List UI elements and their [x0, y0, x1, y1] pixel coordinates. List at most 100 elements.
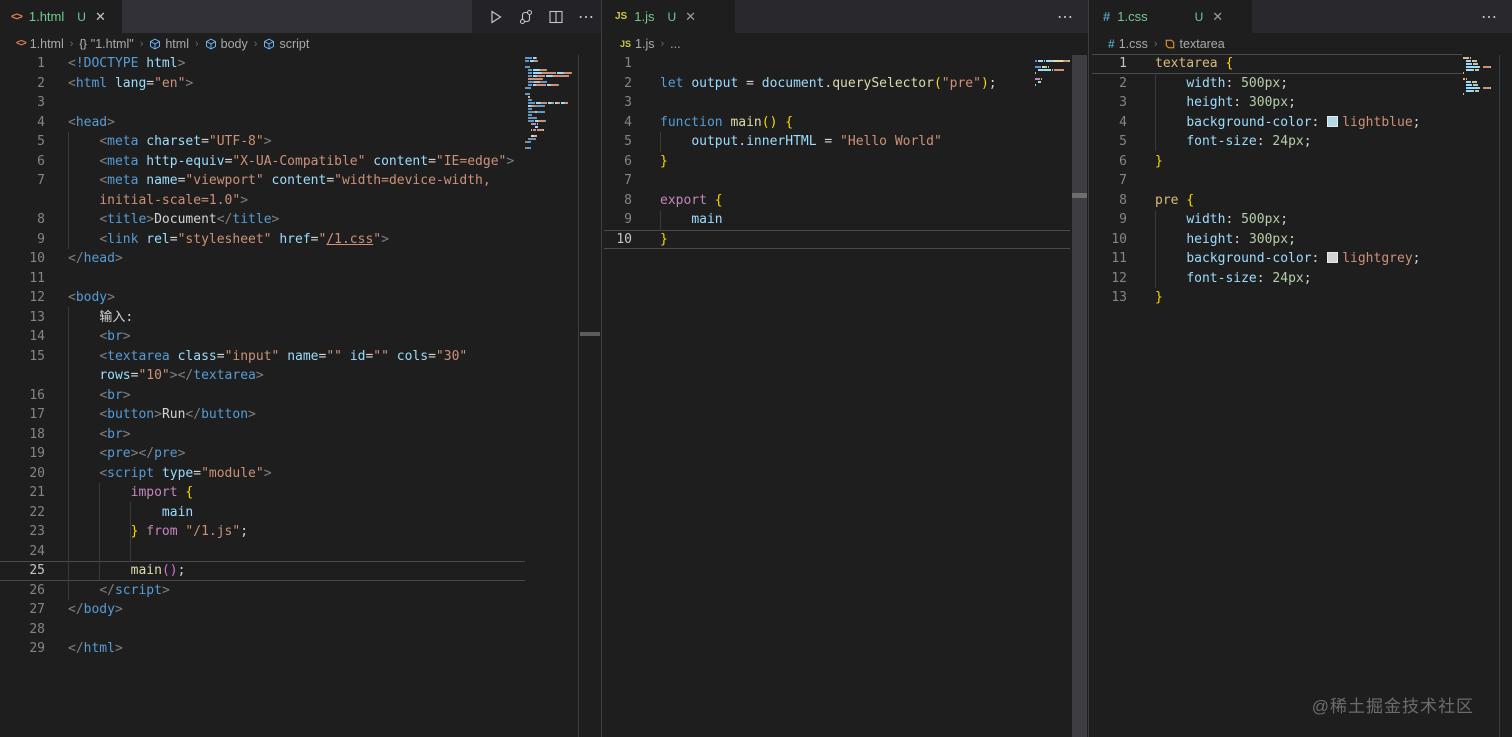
- code-line[interactable]: 8 <title>Document</title>: [0, 210, 525, 230]
- line-number: 7: [1119, 173, 1127, 188]
- cube-symbol-icon: [264, 38, 275, 49]
- scrollbar-marker[interactable]: [580, 332, 600, 336]
- breadcrumb-item[interactable]: body: [205, 37, 248, 51]
- minimap[interactable]: [1463, 57, 1497, 96]
- code-line[interactable]: 11: [0, 269, 525, 289]
- code-line[interactable]: 15 <textarea class="input" name="" id=""…: [0, 347, 525, 367]
- code-line[interactable]: 5 font-size: 24px;: [1092, 132, 1462, 152]
- line-number: 10: [616, 231, 632, 247]
- code-line[interactable]: 11 background-color: lightgrey;: [1092, 249, 1462, 269]
- breadcrumb-item[interactable]: #1.css: [1108, 37, 1148, 51]
- code-line[interactable]: 4 function main() {: [604, 113, 1070, 133]
- tab-1-js[interactable]: JS 1.js U ✕: [604, 0, 735, 33]
- code-editor-js[interactable]: 1 2 let output = document.querySelector("p…: [604, 54, 1070, 249]
- git-untracked-badge: U: [77, 9, 86, 24]
- code-line[interactable]: 7: [604, 171, 1070, 191]
- breadcrumb-item[interactable]: <> 1.html: [16, 37, 64, 51]
- code-line[interactable]: 16 <br>: [0, 386, 525, 406]
- code-line[interactable]: 18 <br>: [0, 425, 525, 445]
- code-line[interactable]: 1: [604, 54, 1070, 74]
- breadcrumb-item[interactable]: html: [149, 37, 189, 51]
- code-line[interactable]: 25 main();: [0, 561, 525, 581]
- code-line[interactable]: 24: [0, 542, 525, 562]
- code-line[interactable]: 9 width: 500px;: [1092, 210, 1462, 230]
- more-actions-icon[interactable]: ⋯: [578, 7, 595, 27]
- code-line[interactable]: 2 let output = document.querySelector("pr…: [604, 74, 1070, 94]
- color-swatch[interactable]: [1327, 115, 1339, 127]
- pane-separator[interactable]: [601, 0, 602, 737]
- code-editor-html[interactable]: 1 <!DOCTYPE html> 2 <html lang="en"> 3 4 <head…: [0, 54, 525, 659]
- breadcrumb-label: "1.html": [90, 36, 134, 51]
- code-line[interactable]: 6 <meta http-equiv="X-UA-Compatible" con…: [0, 152, 525, 172]
- split-editor-icon[interactable]: [548, 9, 564, 25]
- breadcrumb-separator: ›: [1153, 37, 1158, 50]
- breadcrumb-item[interactable]: {} "1.html": [79, 37, 133, 51]
- code-line[interactable]: 12 <body>: [0, 288, 525, 308]
- code-line[interactable]: 4 <head>: [0, 113, 525, 133]
- color-swatch[interactable]: [1327, 252, 1339, 263]
- line-number: 18: [29, 426, 45, 442]
- code-line[interactable]: 17 <button>Run</button>: [0, 405, 525, 425]
- code-line[interactable]: 14 <br>: [0, 327, 525, 347]
- code-line[interactable]: 6}: [604, 152, 1070, 172]
- code-line[interactable]: 2 <html lang="en">: [0, 74, 525, 94]
- tab-1-html[interactable]: <> 1.html U ✕: [0, 0, 122, 33]
- code-line[interactable]: initial-scale=1.0">: [0, 191, 525, 211]
- minimap[interactable]: [525, 57, 577, 150]
- code-line[interactable]: 3: [604, 93, 1070, 113]
- breadcrumb-item[interactable]: script: [263, 37, 309, 51]
- code-line[interactable]: 27 </body>: [0, 600, 525, 620]
- scrollbar-marker[interactable]: [1072, 193, 1087, 198]
- code-line[interactable]: 8 pre {: [1092, 191, 1462, 211]
- code-line[interactable]: 9 main: [604, 210, 1070, 230]
- code-line[interactable]: 22 main: [0, 503, 525, 523]
- tab-1-css[interactable]: # 1.css U ✕: [1092, 0, 1252, 33]
- breadcrumb-item[interactable]: JS 1.js: [620, 37, 654, 51]
- code-line[interactable]: 28: [0, 620, 525, 640]
- code-line[interactable]: 8 export {: [604, 191, 1070, 211]
- run-button[interactable]: [488, 9, 504, 25]
- code-line[interactable]: 3 height: 300px;: [1092, 93, 1462, 113]
- code-line[interactable]: 19 <pre></pre>: [0, 444, 525, 464]
- editor-actions: ⋯: [488, 0, 595, 33]
- breadcrumb-item[interactable]: ...: [670, 37, 680, 51]
- minimap[interactable]: [1035, 57, 1071, 87]
- css-file-icon: #: [1103, 9, 1111, 24]
- code-line[interactable]: 4 background-color: lightblue;: [1092, 113, 1462, 133]
- scrollbar[interactable]: [1072, 55, 1087, 737]
- code-line[interactable]: 26 </script>: [0, 581, 525, 601]
- line-number: 11: [1111, 251, 1127, 266]
- breadcrumb-item[interactable]: textarea: [1164, 37, 1225, 51]
- code-line[interactable]: 10 height: 300px;: [1092, 230, 1462, 250]
- line-number: 4: [1119, 114, 1127, 130]
- code-line[interactable]: 23 } from "/1.js";: [0, 522, 525, 542]
- code-line[interactable]: 5 <meta charset="UTF-8">: [0, 132, 525, 152]
- code-line[interactable]: 29 </html>: [0, 639, 525, 659]
- tab-label: 1.js: [634, 9, 655, 24]
- code-line[interactable]: 1 <!DOCTYPE html>: [0, 54, 525, 74]
- code-line[interactable]: rows="10"></textarea>: [0, 366, 525, 386]
- close-icon[interactable]: ✕: [1212, 9, 1223, 25]
- close-icon[interactable]: ✕: [95, 9, 106, 25]
- more-actions-icon[interactable]: ⋯: [1481, 7, 1498, 27]
- code-line[interactable]: 3: [0, 93, 525, 113]
- code-line[interactable]: 6}: [1092, 152, 1462, 172]
- code-line[interactable]: 20 <script type="module">: [0, 464, 525, 484]
- code-line[interactable]: 12 font-size: 24px;: [1092, 269, 1462, 289]
- code-line[interactable]: 13}: [1092, 288, 1462, 308]
- code-line[interactable]: 21 import {: [0, 483, 525, 503]
- code-editor-css[interactable]: 1 textarea {2 width: 500px; 3 height: 300p…: [1092, 54, 1462, 308]
- code-line[interactable]: 7: [1092, 171, 1462, 191]
- open-changes-icon[interactable]: [518, 9, 534, 25]
- code-line[interactable]: 2 width: 500px;: [1092, 74, 1462, 94]
- code-line[interactable]: 10}: [604, 230, 1070, 250]
- pane-separator[interactable]: [1088, 0, 1089, 737]
- code-line[interactable]: 10 </head>: [0, 249, 525, 269]
- code-line[interactable]: 9 <link rel="stylesheet" href="/1.css">: [0, 230, 525, 250]
- code-line[interactable]: 5 output.innerHTML = "Hello World": [604, 132, 1070, 152]
- code-line[interactable]: 1 textarea {: [1092, 54, 1462, 74]
- code-line[interactable]: 7 <meta name="viewport" content="width=d…: [0, 171, 525, 191]
- more-actions-icon[interactable]: ⋯: [1057, 7, 1074, 27]
- close-icon[interactable]: ✕: [685, 9, 696, 25]
- code-line[interactable]: 13 输入:: [0, 308, 525, 328]
